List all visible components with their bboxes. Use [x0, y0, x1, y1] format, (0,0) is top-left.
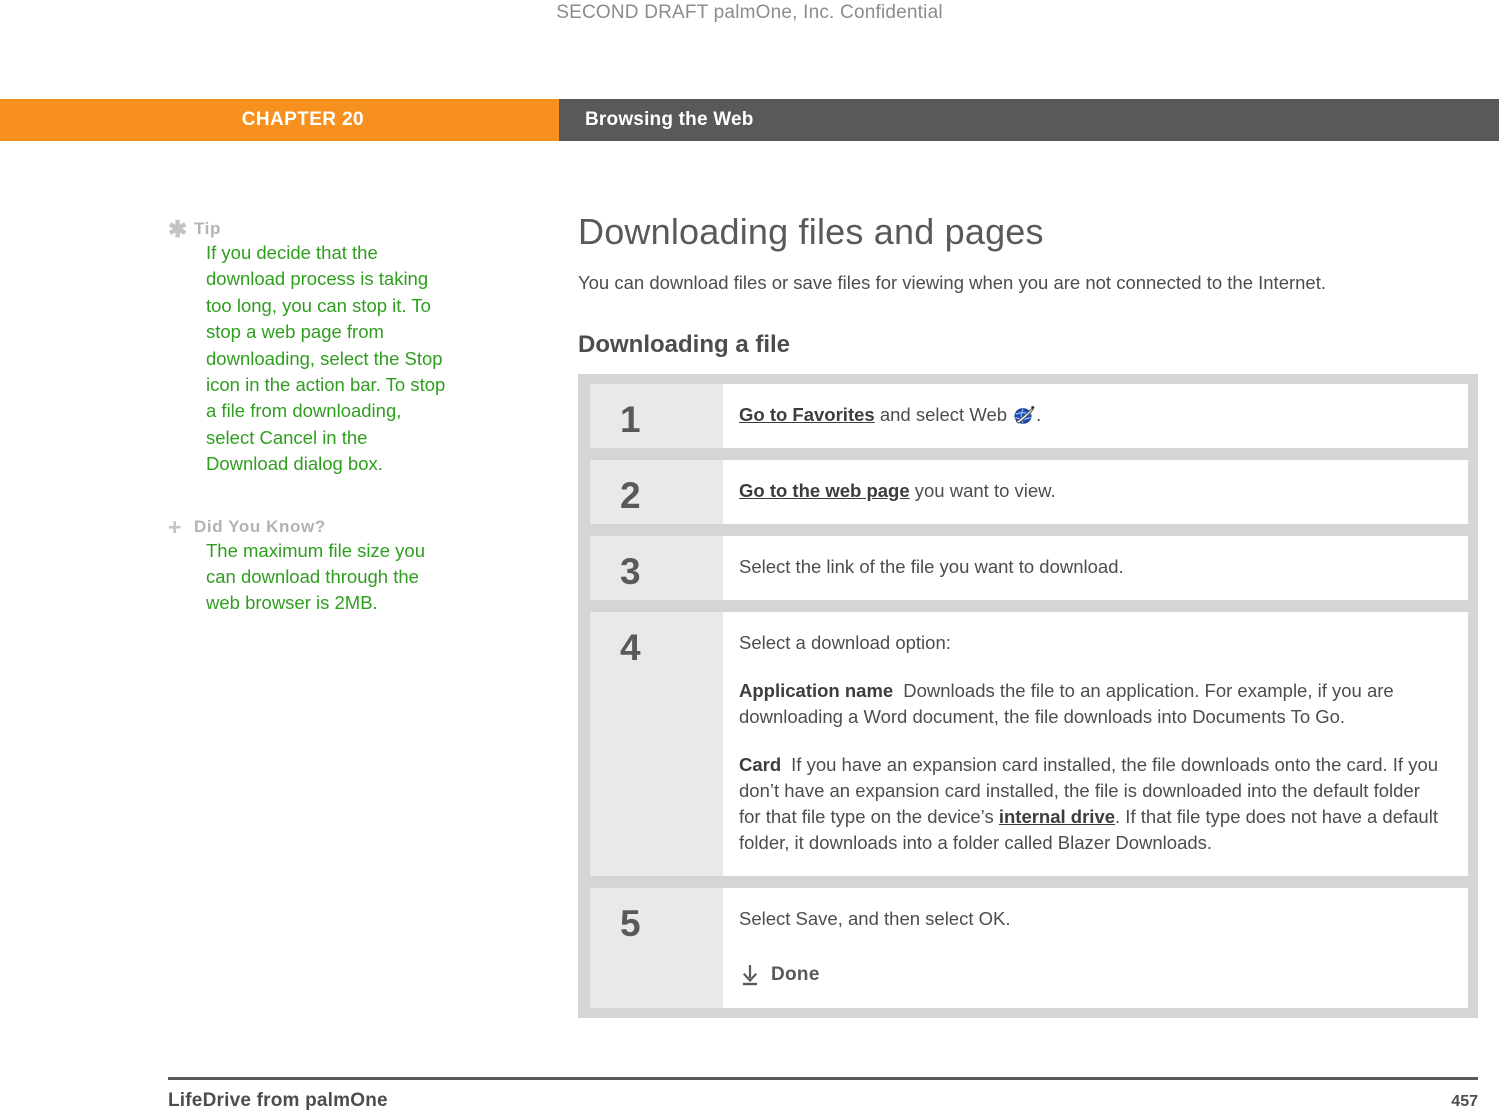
chapter-number-block: CHAPTER 20: [0, 99, 559, 141]
step-1-text-after: and select Web: [874, 404, 1013, 425]
asterisk-icon: ✱: [168, 216, 188, 242]
go-to-web-page-link[interactable]: Go to the web page: [739, 480, 910, 501]
step-content: Go to Favorites and select Web .: [723, 384, 1468, 448]
step-1-text-tail: .: [1036, 404, 1042, 425]
draft-watermark-header: SECOND DRAFT palmOne, Inc. Confidential: [556, 2, 943, 23]
step-number: 4: [590, 612, 723, 876]
main-content: Downloading files and pages You can down…: [578, 210, 1480, 1018]
step-3-text: Select the link of the file you want to …: [739, 556, 1124, 577]
go-to-favorites-link[interactable]: Go to Favorites: [739, 404, 875, 425]
option-term-application-name: Application name: [739, 680, 894, 701]
footer-product-title: LifeDrive from palmOne: [168, 1090, 388, 1111]
sidebar-dyk-body: The maximum file size you can download t…: [206, 539, 425, 614]
chapter-header-bar: CHAPTER 20 Browsing the Web: [0, 99, 1499, 141]
option-term-card: Card: [739, 754, 782, 775]
footer-page-number: 457: [1451, 1093, 1478, 1110]
step-content: Select Save, and then select OK. Done: [723, 888, 1468, 1008]
step-content: Select a download option: Application na…: [723, 612, 1468, 876]
chapter-section-label: Browsing the Web: [585, 109, 754, 130]
table-row: 3 Select the link of the file you want t…: [590, 536, 1468, 600]
step-2-text: Go to the web page you want to view.: [739, 478, 1444, 504]
sidebar-dyk-header: + Did You Know?: [168, 513, 458, 540]
sidebar-dyk-title: Did You Know?: [194, 516, 326, 536]
sidebar-block-tip: ✱ Tip If you decide that the download pr…: [168, 218, 458, 478]
done-marker: Done: [739, 962, 1444, 988]
chapter-number-label: CHAPTER 20: [241, 109, 364, 130]
chapter-section-block: Browsing the Web: [559, 99, 1499, 141]
web-globe-icon: [1013, 405, 1035, 425]
page-footer: LifeDrive from palmOne 457: [168, 1090, 1478, 1112]
step-content: Select the link of the file you want to …: [723, 536, 1468, 600]
sidebar-tip-header: ✱ Tip: [168, 216, 458, 242]
step-1-text: Go to Favorites and select Web .: [739, 402, 1444, 428]
step-content: Go to the web page you want to view.: [723, 460, 1468, 524]
step-number: 3: [590, 536, 723, 600]
sidebar-block-did-you-know: + Did You Know? The maximum file size yo…: [168, 513, 458, 617]
table-row: 4 Select a download option: Application …: [590, 612, 1468, 876]
plus-icon: +: [168, 513, 182, 540]
step-number: 2: [590, 460, 723, 524]
step-number: 1: [590, 384, 723, 448]
step-5-text: Select Save, and then select OK.: [739, 908, 1011, 929]
step-number: 5: [590, 888, 723, 1008]
step-4-option-card: Card If you have an expansion card instal…: [739, 752, 1444, 856]
sidebar-notes: ✱ Tip If you decide that the download pr…: [168, 218, 458, 655]
section-subtitle: Downloading a file: [578, 331, 791, 358]
internal-drive-link[interactable]: internal drive: [999, 806, 1115, 827]
step-4-option-application: Application name Downloads the file to an…: [739, 678, 1444, 730]
footer-divider: [168, 1077, 1478, 1080]
table-row: 2 Go to the web page you want to view.: [590, 460, 1468, 524]
sidebar-tip-title: Tip: [194, 219, 221, 238]
step-2-text-after: you want to view.: [909, 480, 1056, 501]
sidebar-tip-body: If you decide that the download process …: [206, 242, 446, 475]
table-row: 1 Go to Favorites and select Web .: [590, 384, 1468, 448]
step-4-text: Select a download option:: [739, 632, 951, 653]
page-title: Downloading files and pages: [578, 211, 1044, 252]
done-label: Done: [771, 964, 820, 985]
intro-paragraph: You can download files or save files for…: [578, 272, 1327, 293]
table-row: 5 Select Save, and then select OK. Done: [590, 888, 1468, 1008]
steps-table: 1 Go to Favorites and select Web . 2 Go …: [578, 374, 1478, 1018]
download-arrow-icon: [739, 963, 761, 987]
